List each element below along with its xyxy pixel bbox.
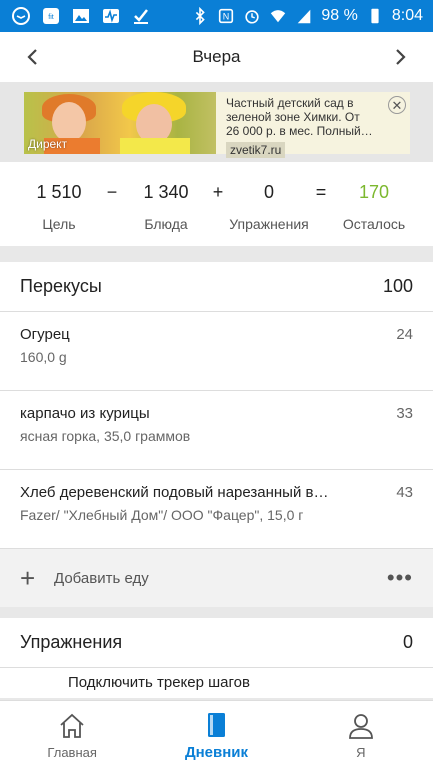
chevron-right-icon — [396, 49, 406, 65]
goal-value: 1 510 — [36, 182, 82, 202]
alarm-icon — [245, 10, 260, 24]
svg-text:N: N — [223, 12, 230, 22]
connect-step-tracker-button[interactable]: Подключить трекер шагов — [0, 668, 433, 698]
exercise-label: Упражнения — [229, 216, 309, 232]
date-header: Вчера — [0, 32, 433, 82]
food-calories: 24 — [396, 326, 413, 343]
status-bar: fit N 98 % 8:04 — [0, 0, 433, 32]
tab-me[interactable]: Я — [289, 701, 433, 770]
snacks-section: Перекусы 100 Огурец 160,0 g 24 карпачо и… — [0, 262, 433, 607]
next-day-button[interactable] — [387, 44, 413, 70]
date-title[interactable]: Вчера — [193, 47, 241, 67]
bottom-navigation: Главная Дневник Я — [0, 700, 433, 770]
ad-direct-label: Директ — [28, 137, 68, 151]
diary-book-icon — [208, 713, 226, 737]
snacks-total: 100 — [382, 276, 413, 296]
app-notification-icon: fit — [40, 6, 62, 26]
food-calories: 43 — [396, 484, 413, 501]
tab-home-label: Главная — [47, 745, 97, 760]
ad-close-button[interactable]: ✕ — [388, 96, 406, 114]
food-name: карпачо из курицы — [20, 405, 150, 422]
snacks-title: Перекусы — [20, 276, 102, 296]
goal-label: Цель — [42, 216, 76, 232]
equals-operator: = — [315, 182, 327, 202]
food-value: 1 340 — [143, 182, 189, 202]
check-download-icon — [130, 6, 152, 26]
tab-diary[interactable]: Дневник — [144, 701, 288, 770]
battery-percent: 98 % — [321, 7, 358, 24]
food-desc: 160,0 g — [20, 349, 67, 365]
ad-banner[interactable]: Директ Частный детский сад в зеленой зон… — [24, 92, 410, 158]
previous-day-button[interactable] — [20, 44, 46, 70]
exercises-total: 0 — [402, 632, 413, 652]
signal-icon — [298, 9, 311, 24]
tab-home[interactable]: Главная — [0, 701, 144, 770]
food-item[interactable]: Огурец 160,0 g 24 — [0, 312, 433, 391]
close-icon: ✕ — [391, 97, 403, 113]
ad-text[interactable]: Частный детский сад в зеленой зоне Химки… — [226, 96, 374, 138]
food-name: Огурец — [20, 326, 70, 343]
food-desc: ясная горка, 35,0 граммов — [20, 428, 191, 444]
nfc-icon: N — [219, 8, 234, 24]
exercises-title: Упражнения — [20, 632, 123, 652]
battery-icon — [371, 8, 379, 24]
chevron-left-icon — [27, 49, 37, 65]
activity-icon — [100, 6, 122, 26]
ad-banner-area: Директ Частный детский сад в зеленой зон… — [0, 82, 433, 162]
remaining-label: Осталось — [342, 216, 406, 232]
tab-diary-label: Дневник — [184, 744, 249, 761]
ad-domain[interactable]: zvetik7.ru — [226, 142, 286, 158]
food-calories: 33 — [396, 405, 413, 422]
exercises-section: Упражнения 0 Подключить трекер шагов — [0, 618, 433, 698]
calorie-summary: 1 510 Цель − 1 340 Блюда + 0 Упражнения … — [0, 162, 433, 246]
user-icon — [348, 714, 373, 739]
plus-icon[interactable]: + — [20, 565, 42, 591]
wifi-icon — [271, 10, 286, 23]
svg-text:fit: fit — [48, 14, 54, 21]
food-name: Хлеб деревенский подовый нарезанный в… — [20, 484, 329, 501]
clock: 8:04 — [391, 7, 423, 24]
add-food-row: + Добавить еду ••• — [0, 549, 433, 607]
exercises-header[interactable]: Упражнения 0 — [0, 618, 433, 668]
food-label: Блюда — [144, 216, 188, 232]
food-desc: Fazer/ "Хлебный Дом"/ ООО "Фацер", 15,0 … — [20, 507, 304, 523]
remaining-value: 170 — [358, 182, 390, 202]
exercise-value: 0 — [263, 182, 275, 202]
food-item[interactable]: Хлеб деревенский подовый нарезанный в… F… — [0, 470, 433, 549]
mail-icon — [10, 6, 32, 26]
food-item[interactable]: карпачо из курицы ясная горка, 35,0 грам… — [0, 391, 433, 470]
snacks-header[interactable]: Перекусы 100 — [0, 262, 433, 312]
bluetooth-icon — [196, 7, 206, 25]
minus-operator: − — [106, 182, 118, 202]
image-icon — [70, 6, 92, 26]
plus-operator: + — [212, 182, 224, 202]
ad-image[interactable]: Директ — [24, 92, 216, 154]
more-options-button[interactable]: ••• — [387, 565, 413, 591]
tab-me-label: Я — [356, 745, 366, 760]
home-icon — [60, 713, 84, 738]
add-food-button[interactable]: Добавить еду — [54, 570, 149, 587]
